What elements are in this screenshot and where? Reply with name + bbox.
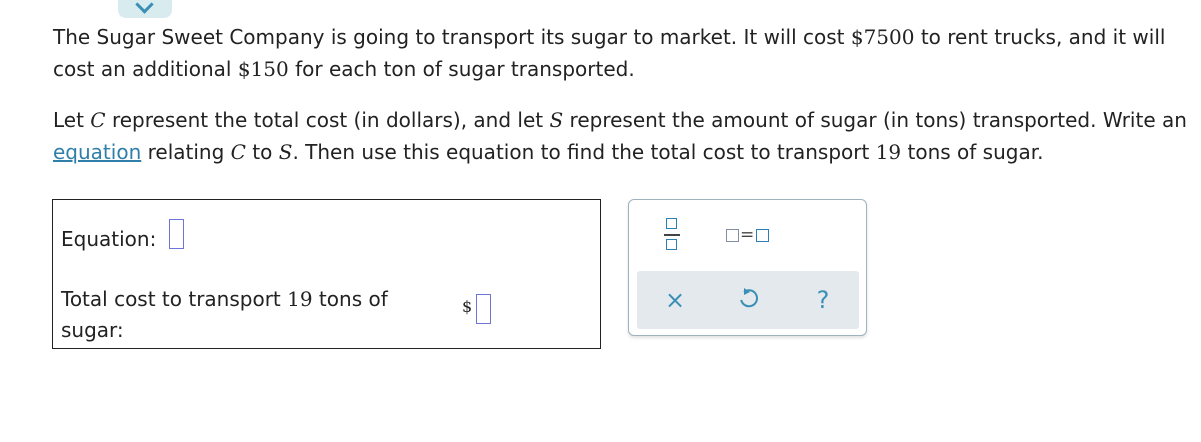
equation-input[interactable] [169,219,184,249]
keypad-action-row: × ? [637,271,859,329]
equation-template-button[interactable]: = [724,225,774,245]
problem-text: The Sugar Sweet Company is going to tran… [53,25,851,49]
problem-text: to [245,140,279,164]
problem-text: relating [141,140,231,164]
cost-tons-value: 19 [287,287,313,311]
cost-label-text: tons of [312,287,388,311]
math-keypad: = × ? [628,199,867,336]
equation-link[interactable]: equation [53,140,141,164]
variable-s: S [549,108,564,132]
truck-rent-amount: $7500 [850,25,915,49]
equation-label: Equation: [61,227,157,251]
undo-icon [740,288,758,308]
clear-button[interactable]: × [660,285,690,315]
variable-s: S [278,140,293,164]
problem-text: represent the amount of sugar (in tons) … [563,108,1187,132]
problem-text: Let [53,108,91,132]
problem-paragraph-2: Let C represent the total cost (in dolla… [53,104,1188,168]
problem-statement: The Sugar Sweet Company is going to tran… [53,21,1188,187]
clear-icon: × [664,286,686,314]
problem-text: represent the total cost (in dollars), a… [105,108,550,132]
problem-text: for each ton of sugar transported. [288,57,635,81]
variable-c: C [90,108,106,132]
variable-c: C [230,140,246,164]
chevron-down-icon [135,0,154,14]
problem-text: tons of sugar. [901,140,1044,164]
total-cost-label: Total cost to transport 19 tons of sugar… [61,284,388,346]
problem-text: . Then use this equation to find the tot… [292,140,876,164]
fraction-button[interactable] [664,218,680,252]
undo-button[interactable] [733,285,763,310]
cost-label-text: sugar: [61,318,124,342]
problem-paragraph-1: The Sugar Sweet Company is going to tran… [53,21,1188,85]
help-icon: ? [816,286,830,314]
answer-panel: Equation: Total cost to transport 19 ton… [52,199,601,349]
help-button[interactable]: ? [808,285,838,315]
cost-label-text: Total cost to transport [61,287,288,311]
collapse-tab[interactable] [118,0,172,18]
tons-value: 19 [875,140,902,164]
per-ton-amount: $150 [237,57,289,81]
dollar-sign: $ [462,297,473,316]
total-cost-input[interactable] [476,294,491,324]
